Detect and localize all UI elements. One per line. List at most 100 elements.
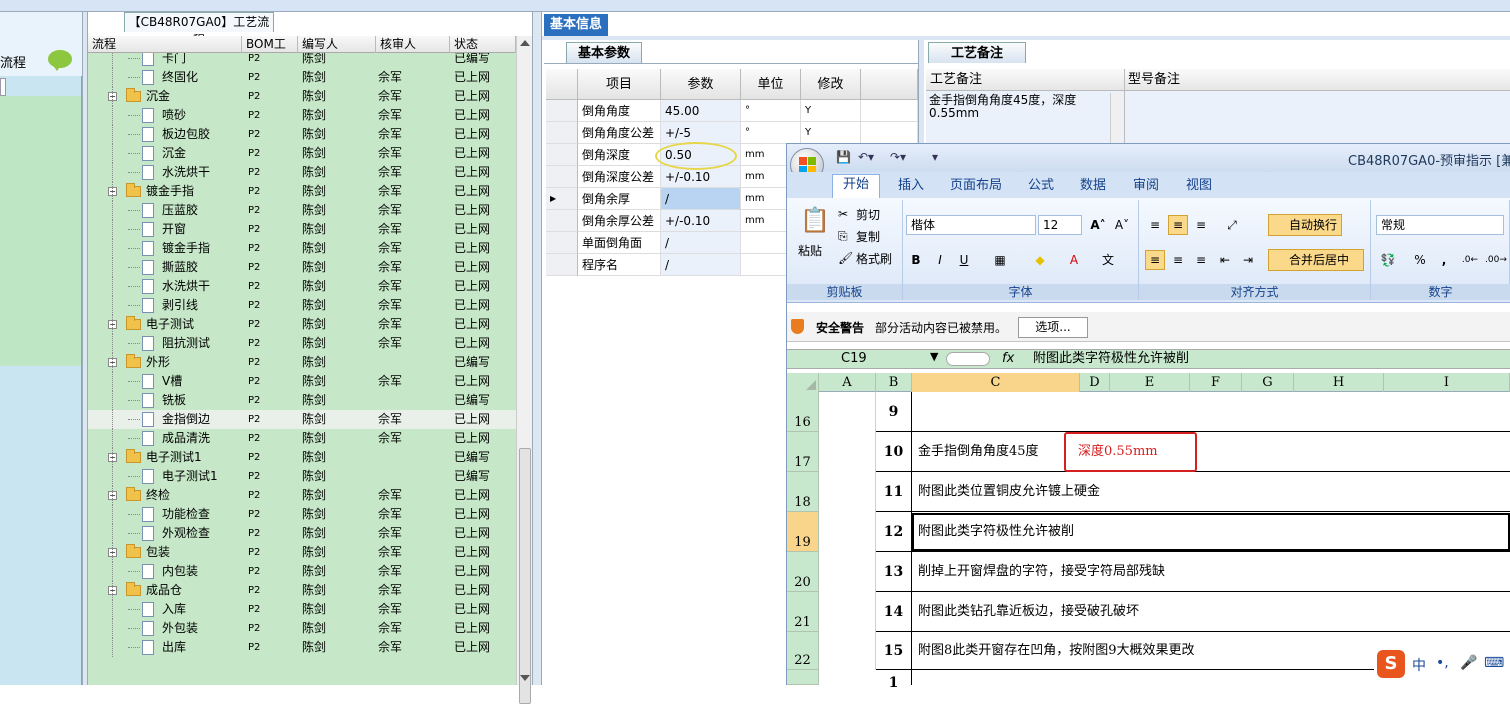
param-value-cell[interactable]: +/-0.10	[661, 210, 741, 232]
tab-view[interactable]: 视图	[1176, 176, 1222, 196]
column-header-d[interactable]: D	[1080, 373, 1110, 392]
tree-scrollbar[interactable]	[516, 36, 532, 704]
underline-icon[interactable]: U	[954, 250, 974, 270]
tab-data[interactable]: 数据	[1070, 176, 1116, 196]
param-row[interactable]: 倒角角度 45.00 ° Y	[546, 100, 918, 122]
tab-process-remarks[interactable]: 工艺备注	[928, 42, 1026, 63]
row-indicator[interactable]	[546, 100, 578, 122]
param-value-cell[interactable]: 45.00	[661, 100, 741, 122]
column-header-writer[interactable]: 编写人	[298, 36, 376, 53]
tree-node-row[interactable]: V槽 P2 陈剑 佘军 已上网	[88, 372, 516, 391]
paste-button[interactable]: 粘贴	[798, 242, 822, 259]
tree-node-row[interactable]: 阻抗测试 P2 陈剑 佘军 已上网	[88, 334, 516, 353]
tree-node-row[interactable]: 压蓝胶 P2 陈剑 佘军 已上网	[88, 201, 516, 220]
formula-content[interactable]: 附图此类字符极性允许被削	[1033, 350, 1189, 368]
param-value-cell[interactable]: /	[661, 232, 741, 254]
cell-a[interactable]	[819, 552, 876, 592]
cell-c[interactable]: 金手指倒角角度45度	[912, 432, 1510, 472]
security-options-button[interactable]: 选项...	[1018, 317, 1088, 338]
process-remark-text[interactable]: 金手指倒角角度45度，深度0.55mm	[929, 94, 1109, 120]
row-indicator[interactable]	[546, 254, 578, 276]
column-header-reviewer[interactable]: 核审人	[376, 36, 450, 53]
cell-c[interactable]: 附图此类位置铜皮允许镀上硬金	[912, 472, 1510, 512]
column-header-modify[interactable]: 修改	[801, 69, 861, 100]
cell-c[interactable]: 削掉上开窗焊盘的字符，接受字符局部残缺	[912, 552, 1510, 592]
ime-logo-icon[interactable]: S	[1377, 650, 1405, 678]
column-header-status[interactable]: 状态	[450, 36, 516, 53]
tree-node-row[interactable]: 电子测试1 P2 陈剑 已编写	[88, 467, 516, 486]
row-header[interactable]: 18	[787, 472, 819, 512]
grow-font-icon[interactable]: A˄	[1088, 215, 1108, 235]
italic-icon[interactable]: I	[930, 250, 950, 270]
tab-basic-params[interactable]: 基本参数	[566, 42, 642, 63]
tab-review[interactable]: 审阅	[1123, 176, 1169, 196]
column-header-a[interactable]: A	[819, 373, 876, 392]
cell-b[interactable]: 9	[876, 392, 912, 432]
column-header-c[interactable]: C	[912, 373, 1080, 392]
merge-center-button[interactable]: 合并后居中	[1268, 249, 1364, 271]
wrap-text-button[interactable]: 自动换行	[1268, 214, 1342, 236]
tree-node-row[interactable]: 出库 P2 陈剑 佘军 已上网	[88, 638, 516, 657]
column-header-bom[interactable]: BOM工厂	[242, 36, 298, 68]
comma-icon[interactable]: ,	[1434, 250, 1454, 270]
column-header-f[interactable]: F	[1190, 373, 1242, 392]
ime-punctuation-icon[interactable]: •,	[1436, 655, 1449, 671]
cell-b[interactable]: 15	[876, 632, 912, 670]
cell-b[interactable]: 14	[876, 592, 912, 632]
row-indicator[interactable]	[546, 144, 578, 166]
decrease-decimal-icon[interactable]: .00→	[1484, 250, 1507, 270]
tree-node-row[interactable]: 撕蓝胶 P2 陈剑 佘军 已上网	[88, 258, 516, 277]
tree-node-row[interactable]: 成品清洗 P2 陈剑 佘军 已上网	[88, 429, 516, 448]
cell-c[interactable]: 附图此类钻孔靠近板边，接受破孔破坏	[912, 592, 1510, 632]
decrease-indent-icon[interactable]: ⇤	[1215, 250, 1235, 270]
cell-a[interactable]	[819, 472, 876, 512]
shrink-font-icon[interactable]: A˅	[1112, 215, 1132, 235]
column-header-e[interactable]: E	[1110, 373, 1190, 392]
cell-b[interactable]: 12	[876, 512, 912, 552]
column-header-item[interactable]: 项目	[578, 69, 661, 100]
tree-folder-row[interactable]: − 终检 P2 陈剑 佘军 已上网	[88, 486, 516, 505]
param-row[interactable]: 倒角角度公差 +/-5 ° Y	[546, 122, 918, 144]
middle-splitter[interactable]	[532, 12, 542, 685]
tab-page-layout[interactable]: 页面布局	[940, 176, 1012, 196]
cell-c[interactable]	[912, 392, 1510, 432]
undo-icon[interactable]: ↶▾	[858, 150, 874, 164]
currency-icon[interactable]: 💱	[1378, 250, 1398, 270]
tree-node-row[interactable]: 开窗 P2 陈剑 佘军 已上网	[88, 220, 516, 239]
format-painter-icon[interactable]: 🖌	[838, 251, 853, 265]
row-indicator[interactable]	[546, 122, 578, 144]
top-splitter-strip[interactable]	[0, 0, 1510, 12]
cell-b[interactable]: 10	[876, 432, 912, 472]
phonetic-icon[interactable]: 文	[1098, 250, 1118, 270]
tree-node-row[interactable]: 水洗烘干 P2 陈剑 佘军 已上网	[88, 163, 516, 182]
tree-folder-row[interactable]: − 外形 P2 陈剑 已编写	[88, 353, 516, 372]
row-header[interactable]: 19	[787, 512, 819, 552]
name-box-dropdown-icon[interactable]: ▼	[930, 350, 938, 363]
increase-indent-icon[interactable]: ⇥	[1238, 250, 1258, 270]
process-tree-tab[interactable]: 【CB48R07GA0】工艺流程	[124, 12, 274, 47]
column-header-unit[interactable]: 单位	[741, 69, 801, 100]
tree-folder-row[interactable]: − 电子测试 P2 陈剑 佘军 已上网	[88, 315, 516, 334]
cut-button[interactable]: 剪切	[856, 206, 880, 223]
tree-node-row[interactable]: 沉金 P2 陈剑 佘军 已上网	[88, 144, 516, 163]
orientation-icon[interactable]: ⤢	[1222, 215, 1242, 235]
row-header[interactable]: 22	[787, 632, 819, 670]
column-header-model-remark[interactable]: 型号备注	[1128, 69, 1180, 91]
row-header[interactable]: 21	[787, 592, 819, 632]
align-bottom-icon[interactable]: ≡	[1191, 215, 1211, 235]
fill-color-icon[interactable]: ◆	[1030, 250, 1050, 270]
row-header[interactable]	[787, 670, 819, 685]
row-indicator[interactable]	[546, 210, 578, 232]
column-header-value[interactable]: 参数	[661, 69, 741, 100]
column-header-g[interactable]: G	[1242, 373, 1294, 392]
tree-node-row[interactable]: 内包装 P2 陈剑 佘军 已上网	[88, 562, 516, 581]
tree-node-row[interactable]: 金指倒边 P2 陈剑 佘军 已上网	[88, 410, 516, 429]
tree-folder-row[interactable]: − 包装 P2 陈剑 佘军 已上网	[88, 543, 516, 562]
cell-a[interactable]	[819, 632, 876, 670]
column-header-i[interactable]: I	[1384, 373, 1510, 392]
row-indicator[interactable]	[546, 166, 578, 188]
bold-icon[interactable]: B	[906, 250, 926, 270]
tree-node-row[interactable]: 入库 P2 陈剑 佘军 已上网	[88, 600, 516, 619]
copy-icon[interactable]: ⎘	[838, 229, 848, 244]
cell-a[interactable]	[819, 392, 876, 432]
